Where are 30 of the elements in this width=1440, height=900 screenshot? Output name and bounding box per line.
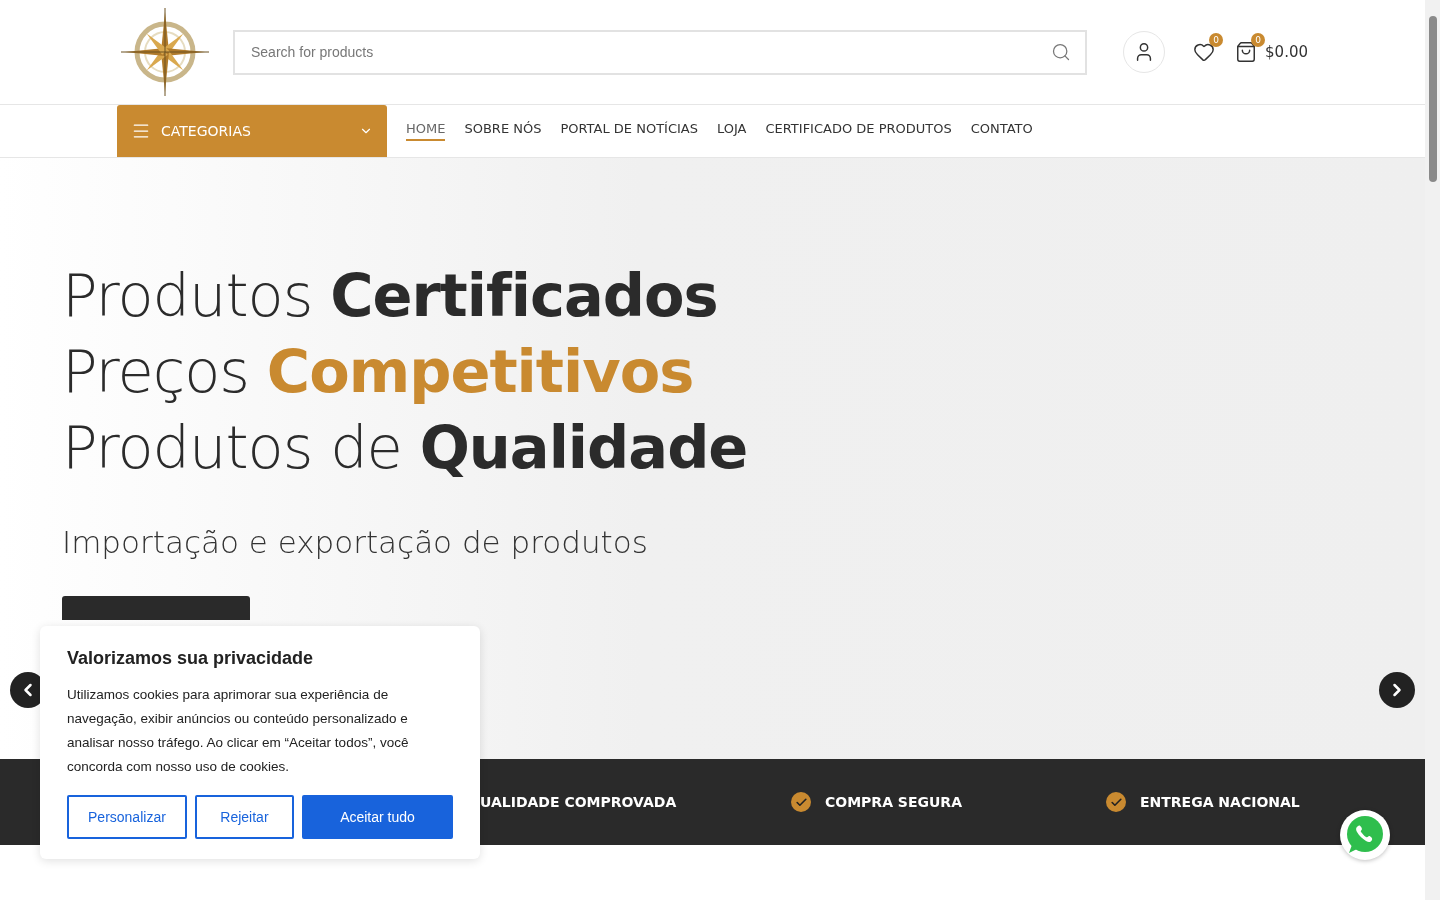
hero-subtitle: Importação e exportação de produtos: [62, 524, 649, 560]
feature-label: UALIDADE COMPROVADA: [480, 794, 677, 810]
nav-link[interactable]: CONTATO: [970, 121, 1033, 141]
accept-button[interactable]: Aceitar tudo: [301, 795, 453, 839]
feature-label: ENTREGA NACIONAL: [1140, 794, 1300, 810]
feature-label: COMPRA SEGURA: [825, 794, 962, 810]
search-icon: [1051, 42, 1072, 62]
bag-icon: [1235, 41, 1258, 63]
scrollbar-thumb[interactable]: [1428, 16, 1437, 182]
nav-link[interactable]: PORTAL DE NOTÍCIAS: [560, 121, 698, 141]
nav-link[interactable]: SOBRE NÓS: [464, 121, 542, 141]
cookie-text: Utilizamos cookies para aprimorar sua experiência de navegação, exibir anúncios ou conteúdo personalizado e analisar nosso tráfego. Ao clicar em “Aceitar todos”, você concorda com nosso uso de cookies.: [67, 686, 410, 776]
nav-link[interactable]: LOJA: [716, 121, 747, 141]
check-icon: [791, 792, 811, 812]
wishlist-button[interactable]: [1193, 41, 1216, 63]
cookie-title: Valorizamos sua privacidade: [67, 648, 315, 669]
next-slide-button[interactable]: [1379, 672, 1415, 708]
hero-heading-line: Preços Competitivos: [62, 336, 695, 408]
heart-icon: [1193, 41, 1216, 63]
cookie-option-button[interactable]: Personalizar: [67, 795, 187, 839]
cart-count: 0: [1251, 33, 1266, 47]
hero-heading-line: Produtos de Qualidade: [62, 412, 749, 484]
nav-link[interactable]: HOME: [406, 121, 446, 141]
account-button[interactable]: [1123, 31, 1166, 73]
hero-heading-line: Produtos Certificados: [62, 260, 719, 332]
nav-link[interactable]: CERTIFICADO DE PRODUTOS: [765, 121, 952, 141]
cookie-option-button[interactable]: Rejeitar: [194, 795, 294, 839]
check-icon: [1106, 792, 1126, 812]
wishlist-count: 0: [1209, 33, 1224, 47]
search-field[interactable]: Search for products: [233, 29, 1088, 75]
